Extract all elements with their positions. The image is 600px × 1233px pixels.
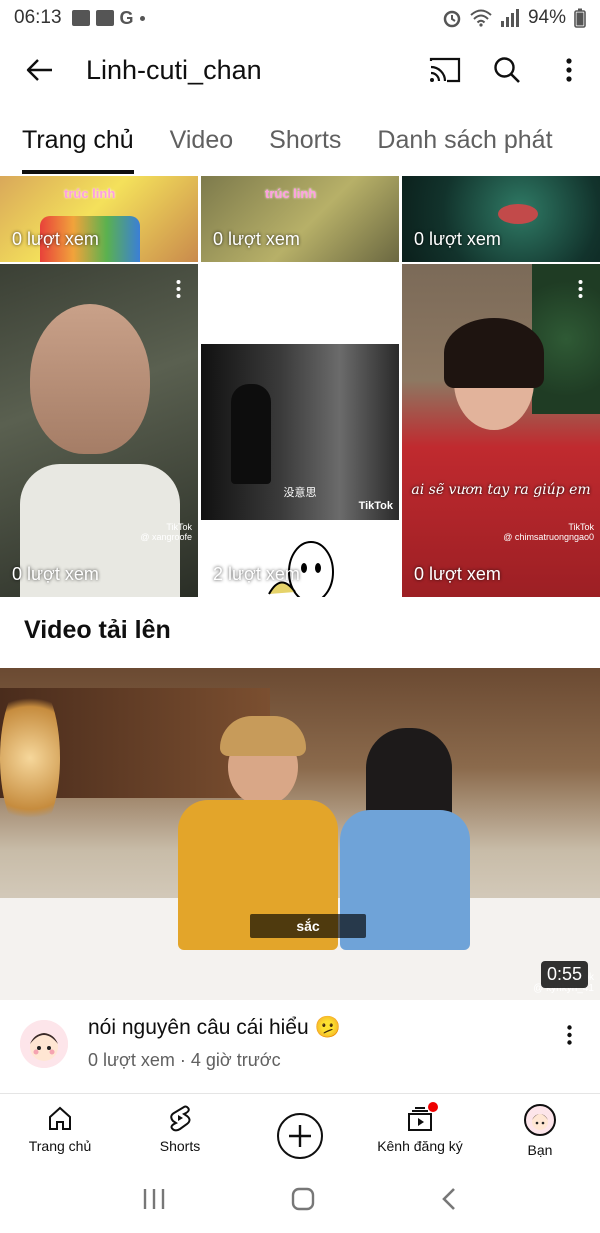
nav-create[interactable] [240,1094,360,1165]
video-subtitle: 没意思 [283,487,317,499]
alarm-icon [443,10,461,28]
short-view-count: 0 lượt xem [12,229,99,249]
tiktok-watermark: TikTok @ chimsatruongngao0 [503,522,594,542]
tab-playlists[interactable]: Danh sách phát [377,112,552,174]
short-view-count: 0 lượt xem [414,564,501,584]
system-navigation-bar [0,1165,600,1233]
back-nav-icon[interactable] [439,1186,459,1212]
more-vert-icon [566,1025,572,1045]
video-thumbnail[interactable]: sắc TikTok@ kynkyn_41 0:55 [0,668,600,1000]
video-views: 0 lượt xem [88,1050,175,1070]
short-more-button[interactable] [168,276,188,302]
tab-videos[interactable]: Video [170,112,234,174]
lips-graphic [498,204,538,224]
overlay-text: trúc linh [64,186,116,201]
gallery-icon [71,10,90,26]
shorts-icon [170,1105,191,1132]
video-meta: nói nguyên câu cái hiểu 🫤 0 lượt xem · 4… [0,1006,600,1086]
short-thumbnail[interactable]: trúc linh 0 lượt xem [201,176,399,262]
more-vert-icon [566,58,572,82]
short-thumbnail[interactable]: trúc linh 0 lượt xem [0,176,198,262]
video-title[interactable]: nói nguyên câu cái hiểu 🫤 [88,1016,341,1040]
more-notifications-icon [139,15,145,21]
nav-you-label: Bạn [527,1142,553,1158]
nav-home[interactable]: Trang chủ [0,1094,120,1165]
arrow-left-icon [26,59,52,81]
short-more-button[interactable] [570,276,590,302]
avatar-illustration [20,1020,68,1068]
channel-title: Linh-cuti_chan [86,54,262,85]
face-graphic [30,304,150,454]
youtube-notification-icon [95,10,114,26]
notification-dot [428,1102,438,1112]
nav-shorts-label: Shorts [159,1138,201,1154]
channel-tabs: Trang chủ Video Shorts Danh sách phát [0,112,600,174]
short-thumbnail[interactable]: ai sẽ vươn tay ra giúp em TikTok @ chimsa… [402,264,600,597]
signal-icon [500,9,519,27]
search-button[interactable] [476,40,538,100]
video-frame: 没意思 TikTok [201,344,399,520]
tab-home[interactable]: Trang chủ [22,112,134,174]
avatar [524,1104,556,1136]
video-more-button[interactable] [558,1020,580,1050]
hair-graphic [444,318,544,388]
video-subtitle: sắc [250,914,366,938]
short-view-count: 0 lượt xem [12,564,99,584]
nav-subscriptions[interactable]: Kênh đăng ký [360,1094,480,1165]
overlay-text: trúc linh [265,186,317,201]
tiktok-handle: @ xangroofe [140,532,192,542]
tab-shorts[interactable]: Shorts [269,112,341,174]
cast-icon [429,57,461,83]
nav-subscriptions-label: Kênh đăng ký [377,1138,463,1154]
home-icon [49,1106,71,1130]
video-caption: ai sẽ vươn tay ra giúp em [411,482,591,498]
recent-apps-icon[interactable] [141,1187,167,1211]
video-age: 4 giờ trước [190,1050,281,1070]
nav-home-label: Trang chủ [28,1138,92,1154]
hair-graphic [220,716,306,756]
tiktok-handle: @ chimsatruongngao0 [503,532,594,542]
bottom-navigation: Trang chủ Shorts Kênh đăng ký Bạn [0,1093,600,1165]
battery-icon [574,8,586,28]
short-view-count: 0 lượt xem [213,229,300,249]
section-title-uploads: Video tải lên [24,616,171,644]
video-duration-badge: 0:55 [540,961,588,988]
wifi-icon [470,9,492,27]
cast-button[interactable] [414,40,476,100]
tiktok-label: TikTok [568,522,594,532]
person-silhouette [231,384,271,484]
status-bar: 06:13 G 94% [0,0,600,36]
home-button-icon[interactable] [290,1186,316,1212]
search-icon [494,57,520,83]
google-icon: G [119,7,134,28]
status-time: 06:13 [14,7,62,28]
video-stats: 0 lượt xem · 4 giờ trước [88,1050,281,1071]
short-view-count: 2 lượt xem [213,564,300,584]
short-thumbnail[interactable]: 0 lượt xem [402,176,600,262]
back-button[interactable] [10,40,70,100]
tiktok-label: TikTok [358,500,393,512]
separator-dot: · [179,1050,191,1070]
more-vert-icon [176,280,180,298]
more-options-button[interactable] [538,40,600,100]
lamp-graphic [0,678,60,838]
notification-icons: G [71,7,145,29]
tiktok-label: TikTok [166,522,192,532]
battery-level: 94% [527,7,566,28]
short-view-count: 0 lượt xem [414,229,501,249]
channel-avatar[interactable] [20,1020,68,1068]
more-vert-icon [578,280,582,298]
short-thumbnail[interactable]: 没意思 TikTok 2 lượt xem [201,264,399,597]
tiktok-watermark: TikTok @ xangroofe [140,522,192,542]
nav-shorts[interactable]: Shorts [120,1094,240,1165]
hair-graphic [366,728,452,818]
short-thumbnail[interactable]: TikTok @ xangroofe 0 lượt xem [0,264,198,597]
channel-app-bar: Linh-cuti_chan [0,40,600,100]
nav-you[interactable]: Bạn [480,1094,600,1165]
create-icon [277,1112,323,1159]
